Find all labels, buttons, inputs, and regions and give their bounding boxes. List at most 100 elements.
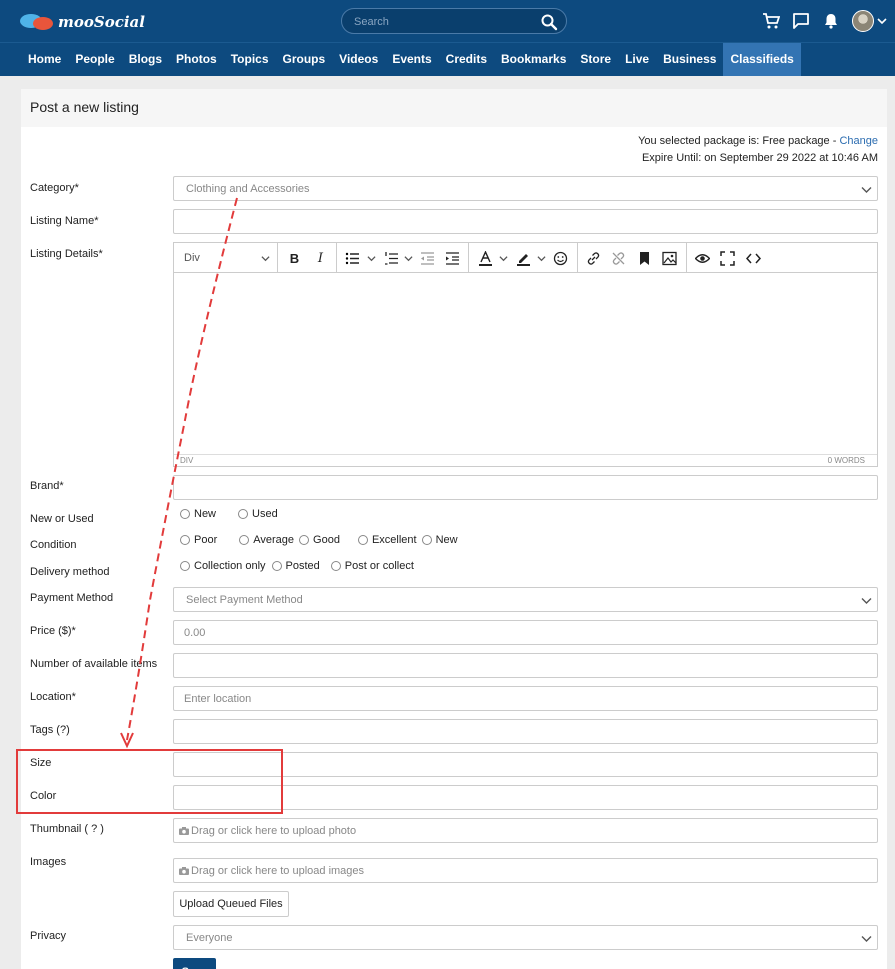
brand-input[interactable]	[174, 476, 877, 499]
logo-bubbles-icon	[20, 12, 54, 32]
radio-circle[interactable]	[238, 509, 249, 519]
tags-label[interactable]: Tags (?)	[30, 724, 70, 736]
text-color-icon[interactable]	[478, 251, 493, 266]
radio-circle[interactable]	[180, 509, 190, 519]
card-header: Post a new listing	[21, 89, 887, 127]
chevron-down-icon[interactable]	[261, 254, 270, 263]
radio-collection-only[interactable]: Collection only	[180, 560, 266, 572]
nav-item-home[interactable]: Home	[21, 43, 68, 76]
chevron-down-icon[interactable]	[367, 254, 376, 263]
radio-circle[interactable]	[271, 561, 282, 571]
nav-item-live[interactable]: Live	[618, 43, 656, 76]
chevron-down-icon[interactable]	[404, 254, 413, 263]
delivery-options: Collection only Posted Post or collect	[180, 559, 414, 573]
indent-icon[interactable]	[445, 251, 460, 266]
nav-item-topics[interactable]: Topics	[224, 43, 276, 76]
listing-details-label: Listing Details*	[30, 248, 103, 260]
search-icon[interactable]	[540, 13, 558, 31]
radio-circle[interactable]	[180, 535, 190, 545]
nav-item-people[interactable]: People	[68, 43, 121, 76]
chevron-down-icon[interactable]	[537, 254, 546, 263]
bell-icon[interactable]	[822, 12, 840, 30]
radio-condition-new[interactable]: New	[421, 534, 458, 546]
upload-queued-files-button[interactable]: Upload Queued Files	[173, 891, 289, 917]
thumbnail-label: Thumbnail ( ? )	[30, 823, 104, 835]
logo-text: mooSocial	[58, 13, 145, 31]
radio-poor[interactable]: Poor	[180, 534, 217, 546]
avatar[interactable]	[852, 10, 874, 32]
nav-item-blogs[interactable]: Blogs	[122, 43, 169, 76]
tags-input[interactable]	[174, 720, 877, 743]
radio-good[interactable]: Good	[299, 534, 340, 546]
radio-label: Collection only	[194, 560, 266, 572]
nav-item-business[interactable]: Business	[656, 43, 723, 76]
radio-circle[interactable]	[180, 561, 190, 571]
delivery-label: Delivery method	[30, 566, 110, 578]
radio-circle[interactable]	[421, 535, 432, 545]
cart-icon[interactable]	[762, 12, 780, 30]
italic-icon[interactable]: I	[313, 251, 328, 266]
radio-average[interactable]: Average	[239, 534, 294, 546]
chevron-down-icon	[861, 936, 872, 942]
payment-method-select[interactable]: Select Payment Method	[173, 587, 878, 612]
price-field	[173, 620, 878, 645]
nav-item-groups[interactable]: Groups	[276, 43, 333, 76]
category-select[interactable]: Clothing and Accessories	[173, 176, 878, 201]
chevron-down-icon[interactable]	[877, 16, 887, 26]
change-package-link[interactable]: Change	[839, 135, 878, 147]
new-or-used-options: New Used	[180, 507, 278, 521]
bookmark-icon[interactable]	[637, 251, 652, 266]
image-icon[interactable]	[662, 251, 677, 266]
chat-icon[interactable]	[792, 12, 810, 30]
fullscreen-icon[interactable]	[720, 251, 735, 266]
radio-posted[interactable]: Posted	[271, 560, 320, 572]
unlink-icon[interactable]	[611, 251, 626, 266]
available-items-input[interactable]	[174, 654, 877, 677]
preview-eye-icon[interactable]	[695, 251, 710, 266]
camera-icon	[179, 867, 189, 875]
link-icon[interactable]	[586, 251, 601, 266]
payment-method-label: Payment Method	[30, 592, 114, 604]
location-input[interactable]	[174, 687, 877, 710]
annotation-highlight-box	[16, 749, 283, 814]
radio-excellent[interactable]: Excellent	[357, 534, 417, 546]
price-label: Price ($)*	[30, 625, 76, 637]
privacy-select[interactable]: Everyone	[173, 925, 878, 950]
radio-circle[interactable]	[299, 535, 310, 545]
moosocial-logo[interactable]: mooSocial	[20, 11, 145, 33]
radio-post-or-collect[interactable]: Post or collect	[330, 560, 414, 572]
search-input[interactable]	[354, 14, 534, 29]
chevron-down-icon[interactable]	[499, 254, 508, 263]
nav-item-classifieds[interactable]: Classifieds	[723, 43, 801, 76]
highlight-icon[interactable]	[516, 251, 531, 266]
search-box	[341, 8, 567, 34]
radio-circle[interactable]	[357, 535, 368, 545]
radio-used[interactable]: Used	[238, 508, 278, 520]
nav-item-photos[interactable]: Photos	[169, 43, 224, 76]
listing-name-input[interactable]	[174, 210, 877, 233]
save-button[interactable]: Save	[173, 958, 216, 969]
radio-circle[interactable]	[330, 561, 341, 571]
nav-item-store[interactable]: Store	[573, 43, 618, 76]
format-select[interactable]: Div	[184, 252, 200, 264]
nav-item-events[interactable]: Events	[385, 43, 438, 76]
price-input[interactable]	[174, 621, 877, 644]
radio-label: Excellent	[371, 534, 417, 546]
images-dropzone[interactable]: Drag or click here to upload images	[173, 858, 878, 883]
outdent-icon[interactable]	[420, 251, 435, 266]
nav-item-credits[interactable]: Credits	[439, 43, 494, 76]
tags-field	[173, 719, 878, 744]
radio-new[interactable]: New	[180, 508, 216, 520]
emoji-icon[interactable]	[553, 251, 568, 266]
nav-item-bookmarks[interactable]: Bookmarks	[494, 43, 573, 76]
numbered-list-icon[interactable]	[384, 251, 399, 266]
package-text: You selected package is: Free package -	[638, 135, 840, 147]
nav-item-videos[interactable]: Videos	[332, 43, 385, 76]
bullet-list-icon[interactable]	[345, 251, 360, 266]
bold-icon[interactable]: B	[287, 251, 302, 266]
source-code-icon[interactable]	[746, 251, 761, 266]
chevron-down-icon	[861, 187, 872, 193]
images-upload-text: Drag or click here to upload images	[191, 865, 365, 877]
radio-circle[interactable]	[239, 535, 250, 545]
thumbnail-dropzone[interactable]: Drag or click here to upload photo	[173, 818, 878, 843]
